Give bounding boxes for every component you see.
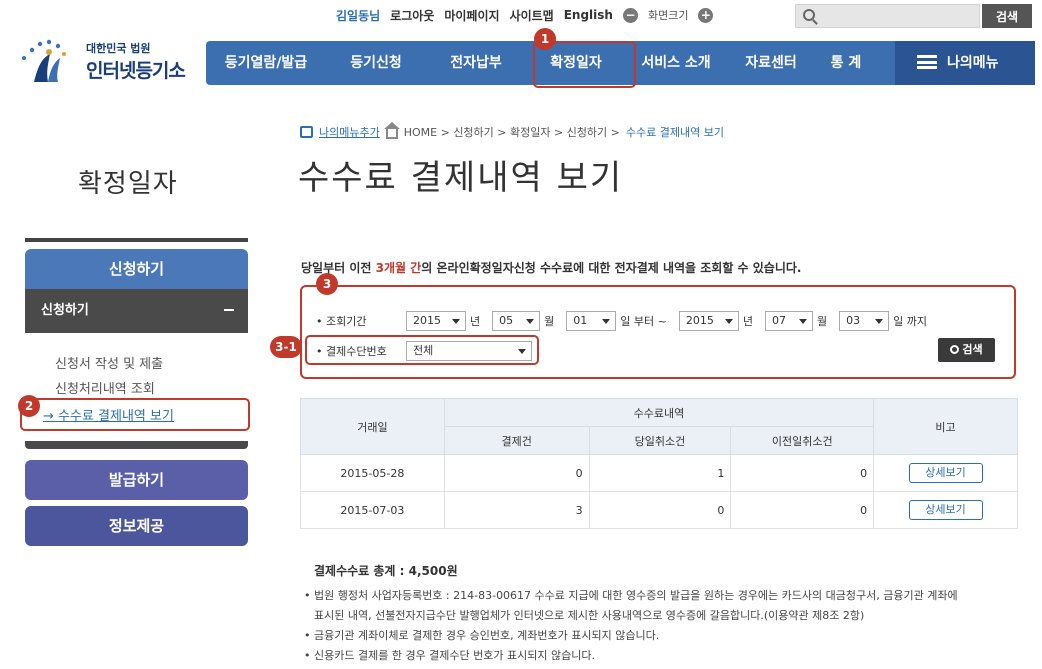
step-badge-1: 1	[534, 28, 556, 50]
cell-date: 2015-07-03	[300, 491, 445, 529]
unit-to-label: 일 까지	[893, 315, 927, 328]
home-icon[interactable]	[383, 122, 400, 139]
mypage-link[interactable]: 마이페이지	[444, 7, 499, 24]
unit-year-label-2: 년	[742, 315, 753, 328]
step-badge-2: 2	[18, 395, 40, 417]
nav-item-registry-apply[interactable]: 등기신청	[326, 41, 426, 85]
notes-list: 법원 행정처 사업자등록번호 : 214-83-00617 수수료 지급에 대한…	[304, 586, 1024, 666]
sidebar-submenu-label: 신청하기	[41, 303, 89, 318]
period-label: • 조회기간	[316, 315, 367, 328]
collapse-icon	[224, 309, 234, 311]
table-header-row: 거래일 수수료내역 비고	[300, 398, 1018, 455]
from-day-select[interactable]: 01	[566, 311, 617, 331]
to-day-select[interactable]: 03	[839, 311, 890, 331]
unit-year-label: 년	[470, 315, 481, 328]
detail-button[interactable]: 상세보기	[908, 500, 983, 520]
page-title: 수수료 결제내역 보기	[298, 158, 624, 198]
step-badge-3-1: 3-1	[270, 336, 302, 358]
nav-item-statistics[interactable]: 통 계	[816, 41, 876, 85]
hamburger-menu-icon	[917, 55, 937, 69]
cell-cancel-today: 0	[588, 491, 732, 529]
cell-note: 상세보기	[873, 454, 1018, 492]
table-row: 2015-07-03 3 0 0 상세보기	[300, 491, 1018, 529]
breadcrumb: 나의메뉴추가 HOME > 신청하기 > 확정일자 > 신청하기 > 수수료 결…	[300, 122, 724, 140]
intro-text-period: 3개월 간	[375, 261, 422, 275]
unit-month-label: 월	[544, 315, 555, 328]
my-menu-button[interactable]: 나의메뉴	[895, 41, 1035, 85]
col-header-cancel-prev: 이전일취소건	[730, 426, 875, 455]
logo-title: 인터넷등기소	[86, 60, 186, 82]
sidebar-button-info[interactable]: 정보제공	[25, 506, 248, 546]
highlight-box-2	[20, 398, 250, 431]
checkbox-icon	[300, 126, 313, 138]
cell-paid: 0	[443, 454, 590, 492]
col-header-paid: 결제건	[443, 426, 590, 455]
nav-item-e-payment[interactable]: 전자납부	[426, 41, 526, 85]
breadcrumb-path: HOME > 신청하기 > 확정일자 > 신청하기 >	[403, 126, 620, 139]
add-my-menu-link[interactable]: 나의메뉴추가	[319, 124, 380, 140]
col-header-note: 비고	[873, 398, 1018, 455]
nav-item-service-intro[interactable]: 서비스 소개	[626, 41, 726, 85]
logout-link[interactable]: 로그아웃	[390, 7, 434, 24]
search-icon	[950, 345, 960, 354]
sidebar-item-status-check[interactable]: 신청처리내역 조회	[55, 378, 155, 397]
sidebar-item-write-submit[interactable]: 신청서 작성 및 제출	[55, 353, 163, 372]
logo-subtitle: 대한민국 법원	[86, 42, 151, 55]
cell-cancel-prev: 0	[730, 454, 875, 492]
col-header-fee: 수수료내역	[443, 398, 875, 427]
search-input[interactable]	[795, 4, 980, 28]
sidebar-submenu-apply[interactable]: 신청하기	[25, 289, 248, 333]
note-item: 법원 행정처 사업자등록번호 : 214-83-00617 수수료 지급에 대한…	[304, 586, 1024, 606]
query-button-label: 검색	[962, 343, 983, 356]
table-row: 2015-05-28 0 1 0 상세보기	[300, 454, 1018, 492]
search-button[interactable]: 검색	[982, 4, 1032, 28]
intro-text-post: 의 온라인확정일자신청 수수료에 대한 전자결제 내역을 조회할 수 있습니다.	[421, 261, 802, 275]
payment-history-table: 거래일 수수료내역 비고 결제건 당일취소건 이전일취소건 2015-05-28…	[300, 398, 1018, 529]
cell-cancel-prev: 0	[730, 491, 875, 529]
detail-button[interactable]: 상세보기	[908, 463, 983, 483]
from-year-select[interactable]: 2015	[406, 311, 466, 331]
sidebar-bottom-bar	[25, 441, 248, 449]
court-logo-icon	[22, 39, 66, 82]
site-logo[interactable]: 대한민국 법원 인터넷등기소	[12, 34, 197, 92]
zoom-in-icon[interactable]: +	[698, 7, 714, 23]
sidebar-header-apply[interactable]: 신청하기	[25, 249, 248, 289]
unit-from-label: 일 부터 ~	[620, 315, 667, 328]
highlight-box-3-1	[305, 335, 539, 365]
to-month-select[interactable]: 07	[764, 311, 813, 331]
sitemap-link[interactable]: 사이트맵	[510, 7, 554, 24]
cell-cancel-today: 1	[588, 454, 732, 492]
col-header-date: 거래일	[300, 398, 445, 455]
cell-paid: 3	[443, 491, 590, 529]
section-title: 확정일자	[78, 169, 178, 199]
breadcrumb-current: 수수료 결제내역 보기	[625, 126, 724, 139]
from-month-select[interactable]: 05	[492, 311, 541, 331]
nav-item-resource-center[interactable]: 자료센터	[726, 41, 816, 85]
intro-text-pre: 당일부터 이전	[301, 261, 376, 275]
utility-bar: 김일동님 로그아웃 마이페이지 사이트맵 English − 화면크기 +	[336, 4, 714, 26]
note-item: 금융기관 계좌이체로 결제한 경우 승인번호, 계좌번호가 표시되지 않습니다.	[304, 626, 1024, 646]
nav-item-registry-view[interactable]: 등기열람/발급	[206, 41, 326, 85]
intro-text: 당일부터 이전 3개월 간의 온라인확정일자신청 수수료에 대한 전자결제 내역…	[301, 259, 802, 276]
unit-month-label-2: 월	[816, 315, 828, 328]
user-name: 김일동님	[336, 8, 381, 23]
fee-total: 결제수수료 총계 : 4,500원	[314, 564, 458, 578]
font-size-label: 화면크기	[647, 9, 689, 22]
query-button[interactable]: 검색	[938, 338, 995, 362]
zoom-out-icon[interactable]: −	[622, 7, 638, 23]
to-year-select[interactable]: 2015	[678, 311, 739, 331]
my-menu-label: 나의메뉴	[947, 55, 999, 71]
sidebar-top-divider	[25, 238, 248, 242]
note-item-continued: 표시된 내역, 선불전자지급수단 발행업체가 인터넷으로 제시한 사용내역으로 …	[314, 609, 865, 622]
cell-note: 상세보기	[873, 491, 1018, 529]
search-icon	[803, 9, 815, 21]
english-link[interactable]: English	[564, 8, 613, 22]
col-header-cancel-today: 당일취소건	[588, 426, 732, 455]
note-item: 신용카드 결제를 한 경우 결제수단 번호가 표시되지 않습니다.	[304, 646, 1024, 666]
step-badge-3: 3	[316, 273, 338, 295]
sidebar-button-issue[interactable]: 발급하기	[25, 460, 248, 500]
period-row: • 조회기간 2015 년 05 월 01 일 부터 ~ 2015 년 07 월…	[316, 311, 939, 331]
cell-date: 2015-05-28	[300, 454, 445, 492]
